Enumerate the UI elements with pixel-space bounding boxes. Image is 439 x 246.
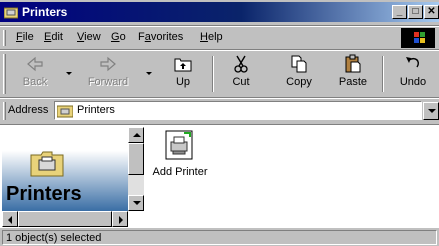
- separator: [0, 97, 439, 99]
- toolbar-separator: [382, 56, 384, 92]
- windows-logo-icon: [401, 28, 435, 48]
- paste-button[interactable]: Paste: [330, 54, 376, 94]
- menu-go[interactable]: Go: [111, 31, 126, 43]
- window-title: Printers: [22, 5, 68, 19]
- scroll-left-button[interactable]: [2, 211, 18, 227]
- forward-button[interactable]: Forward: [80, 54, 136, 94]
- menu-favorites[interactable]: Favorites: [138, 31, 183, 43]
- separator: [0, 49, 439, 51]
- standard-toolbar: Back Forward Up Cut Copy Paste Undo: [0, 52, 439, 96]
- menu-help[interactable]: Help: [200, 31, 223, 43]
- minimize-button[interactable]: _: [392, 5, 407, 19]
- printers-folder-icon: [4, 7, 18, 19]
- copy-icon: [291, 55, 307, 73]
- forward-history-dropdown[interactable]: [146, 72, 152, 75]
- scroll-right-button[interactable]: [112, 211, 128, 227]
- address-label: Address: [8, 104, 49, 116]
- forward-arrow-icon: [100, 56, 116, 72]
- scroll-down-button[interactable]: [128, 195, 144, 211]
- menu-bar: File Edit View Go Favorites Help: [0, 28, 439, 48]
- addressbar-grip[interactable]: [3, 102, 6, 120]
- add-printer-label: Add Printer: [152, 166, 208, 178]
- panel-title: Printers: [6, 183, 82, 205]
- menu-edit[interactable]: Edit: [44, 31, 63, 43]
- scroll-thumb[interactable]: [128, 143, 144, 175]
- scroll-up-button[interactable]: [128, 127, 144, 143]
- copy-button[interactable]: Copy: [276, 54, 322, 94]
- close-button[interactable]: ✕: [424, 5, 439, 19]
- content-area: Printers Add Printer: [0, 124, 439, 228]
- menu-view[interactable]: View: [77, 31, 101, 43]
- info-panel: Printers: [2, 127, 144, 227]
- toolbar-separator: [212, 56, 214, 92]
- panel-banner: Printers: [2, 127, 128, 211]
- scissors-icon: [234, 55, 248, 73]
- address-bar: Address Printers: [0, 100, 439, 122]
- hscroll-thumb[interactable]: [18, 211, 112, 227]
- back-arrow-icon: [27, 56, 43, 72]
- back-history-dropdown[interactable]: [66, 72, 72, 75]
- title-bar[interactable]: Printers _ □ ✕: [0, 2, 439, 22]
- panel-vertical-scrollbar[interactable]: [128, 127, 144, 211]
- toolbar-grip[interactable]: [3, 54, 6, 94]
- up-button[interactable]: Up: [160, 54, 206, 94]
- add-printer-item[interactable]: Add Printer: [150, 129, 210, 178]
- printers-folder-icon: [57, 105, 73, 118]
- undo-button[interactable]: Undo: [390, 54, 436, 94]
- panel-horizontal-scrollbar[interactable]: [2, 211, 128, 227]
- status-panel: 1 object(s) selected: [2, 230, 437, 245]
- up-folder-icon: [174, 58, 192, 72]
- cut-button[interactable]: Cut: [218, 54, 264, 94]
- status-bar: 1 object(s) selected: [0, 229, 439, 246]
- paste-clipboard-icon: [345, 54, 361, 73]
- undo-arrow-icon: [406, 57, 420, 68]
- add-printer-icon: [165, 130, 193, 160]
- status-text: 1 object(s) selected: [6, 232, 102, 244]
- menu-file[interactable]: File: [16, 31, 34, 43]
- menubar-grip[interactable]: [3, 30, 6, 46]
- back-button[interactable]: Back: [12, 54, 58, 94]
- printers-folder-large-icon: [30, 151, 64, 177]
- separator: [0, 25, 439, 27]
- address-dropdown-button[interactable]: [423, 102, 439, 120]
- explorer-window: Printers _ □ ✕ File Edit View Go Favorit…: [0, 0, 439, 246]
- maximize-button[interactable]: □: [408, 5, 423, 19]
- address-input[interactable]: Printers: [54, 101, 422, 120]
